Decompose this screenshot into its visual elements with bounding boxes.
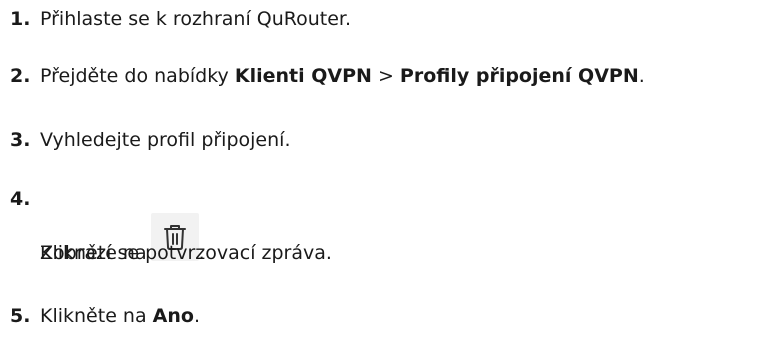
step-number: 1. — [10, 8, 31, 30]
step-number: 5. — [10, 305, 31, 327]
step-text-before: Klikněte na — [40, 305, 153, 327]
menu-path-profiles: Profily připojení QVPN — [399, 65, 639, 87]
step-text: Vyhledejte profil připojení. — [40, 129, 291, 151]
step-number: 3. — [10, 129, 31, 151]
step-text-after: . — [638, 65, 645, 87]
step-text: Klikněte na Ano. — [40, 303, 200, 329]
step-4-note: Zobrazí se potvrzovací zpráva. — [40, 242, 332, 264]
step-text: Přihlaste se k rozhraní QuRouter. — [40, 8, 352, 30]
step-number: 4. — [10, 188, 31, 210]
step-2: 2. Přejděte do nabídky Klienti QVPN > Pr… — [10, 63, 645, 89]
step-4: 4. — [10, 186, 40, 212]
step-number: 2. — [10, 65, 31, 87]
confirm-option-label: Ano — [152, 305, 194, 327]
menu-path-clients: Klienti QVPN — [234, 65, 372, 87]
step-1: 1. Přihlaste se k rozhraní QuRouter. — [10, 6, 351, 32]
step-text-after: . — [193, 305, 200, 327]
step-3: 3. Vyhledejte profil připojení. — [10, 127, 290, 153]
step-5: 5. Klikněte na Ano. — [10, 303, 200, 329]
path-separator: > — [371, 65, 400, 87]
step-text-before: Přejděte do nabídky — [40, 65, 235, 87]
step-text: Přejděte do nabídky Klienti QVPN > Profi… — [40, 63, 645, 89]
